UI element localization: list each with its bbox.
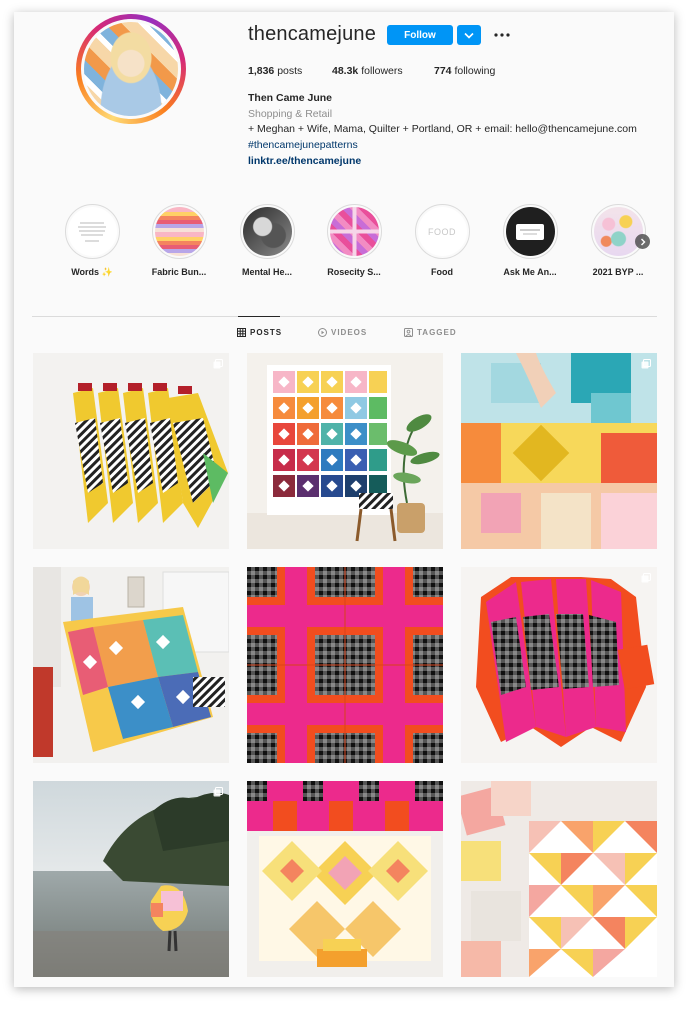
video-icon xyxy=(318,328,327,337)
post-thumbnail[interactable] xyxy=(33,567,229,763)
tab-active-indicator xyxy=(238,316,280,317)
followers-count-value: 48.3k xyxy=(332,65,359,77)
post-image xyxy=(247,781,443,977)
highlight-cover xyxy=(502,204,558,259)
tab-label: TAGGED xyxy=(417,328,457,337)
text-card-icon xyxy=(67,207,117,256)
bio-hashtag-link[interactable]: #thencamejunepatterns xyxy=(248,139,358,151)
posts-count: 1,836 posts xyxy=(248,65,302,77)
tab-videos[interactable]: VIDEOS xyxy=(318,328,367,337)
food-cover-text: FOOD xyxy=(428,226,456,237)
multiple-images-icon xyxy=(213,787,223,797)
highlight-words[interactable]: Words ✨ xyxy=(57,204,127,278)
ellipsis-icon xyxy=(494,33,510,37)
highlight-label: Rosecity S... xyxy=(327,267,381,277)
follow-button[interactable]: Follow xyxy=(387,25,453,45)
highlight-cover xyxy=(326,204,382,259)
avatar-story-ring[interactable] xyxy=(76,14,186,124)
highlight-label: Mental He... xyxy=(241,267,292,277)
highlight-label: Food xyxy=(431,267,453,277)
post-thumbnail[interactable] xyxy=(461,353,657,549)
post-image xyxy=(33,781,229,977)
tab-label: POSTS xyxy=(250,328,283,337)
highlight-cover xyxy=(239,204,295,259)
tab-posts[interactable]: POSTS xyxy=(237,328,282,337)
highlight-rosecity[interactable]: Rosecity S... xyxy=(319,204,389,277)
chevron-right-icon xyxy=(640,238,645,245)
highlight-cover xyxy=(151,204,207,259)
highlight-cover: FOOD xyxy=(414,204,470,259)
question-card-icon xyxy=(505,207,555,256)
chevron-down-icon xyxy=(464,32,474,39)
food-text-icon: FOOD xyxy=(417,207,467,256)
followers-count[interactable]: 48.3k followers xyxy=(332,65,403,77)
post-thumbnail[interactable] xyxy=(247,781,443,977)
multiple-images-icon xyxy=(641,359,651,369)
post-thumbnail[interactable] xyxy=(33,781,229,977)
grid-icon xyxy=(237,328,246,337)
highlight-ask-me-anything[interactable]: Ask Me An... xyxy=(495,204,565,277)
post-image xyxy=(73,383,228,528)
multiple-images-icon xyxy=(213,359,223,369)
highlights-next-button[interactable] xyxy=(635,234,650,249)
highlight-mental-health[interactable]: Mental He... xyxy=(232,204,302,277)
post-thumbnail[interactable] xyxy=(247,353,443,549)
bio-website-link[interactable]: linktr.ee/thencamejune xyxy=(248,155,361,167)
highlight-fabric-bundles[interactable]: Fabric Bun... xyxy=(144,204,214,277)
bw-photo-icon xyxy=(242,207,292,256)
highlight-label: Fabric Bun... xyxy=(151,267,207,277)
highlight-label: Ask Me An... xyxy=(503,267,557,277)
post-image xyxy=(461,781,657,977)
tab-label: VIDEOS xyxy=(331,328,368,337)
post-thumbnail[interactable] xyxy=(461,781,657,977)
post-image xyxy=(247,567,443,763)
suggestions-dropdown-button[interactable] xyxy=(457,25,481,45)
profile-username: thencamejune xyxy=(248,23,377,45)
multiple-images-icon xyxy=(641,573,651,583)
highlight-cover xyxy=(64,204,120,259)
bio-text: + Meghan + Wife, Mama, Quilter + Portlan… xyxy=(248,123,637,135)
followers-count-label: followers xyxy=(361,65,403,77)
colorful-circles-icon xyxy=(593,207,643,256)
fabric-stack-icon xyxy=(154,207,204,256)
following-count[interactable]: 774 following xyxy=(434,65,495,77)
following-count-label: following xyxy=(454,65,496,77)
tag-icon xyxy=(404,328,413,337)
highlight-label: Words ✨ xyxy=(71,267,113,277)
post-thumbnail[interactable] xyxy=(33,353,229,549)
post-image xyxy=(461,353,657,549)
post-image xyxy=(247,353,443,549)
tab-tagged[interactable]: TAGGED xyxy=(404,328,457,337)
more-options-button[interactable] xyxy=(491,25,513,45)
pink-quilt-icon xyxy=(329,207,379,256)
bio-category: Shopping & Retail xyxy=(248,108,333,120)
profile-page: thencamejune Follow 1,836 posts 48.3k fo… xyxy=(14,12,674,987)
posts-count-label: posts xyxy=(277,65,303,77)
highlight-food[interactable]: FOOD Food xyxy=(407,204,477,277)
post-thumbnail[interactable] xyxy=(461,567,657,763)
tab-divider xyxy=(32,316,657,317)
post-image xyxy=(461,567,657,763)
highlight-label: 2021 BYP ... xyxy=(592,267,644,277)
highlight-cover xyxy=(590,204,646,259)
following-count-value: 774 xyxy=(434,65,452,77)
bio-full-name: Then Came June xyxy=(248,92,333,104)
post-thumbnail[interactable] xyxy=(247,567,443,763)
posts-count-value: 1,836 xyxy=(248,65,275,77)
post-image xyxy=(33,567,229,763)
avatar[interactable] xyxy=(81,19,181,119)
